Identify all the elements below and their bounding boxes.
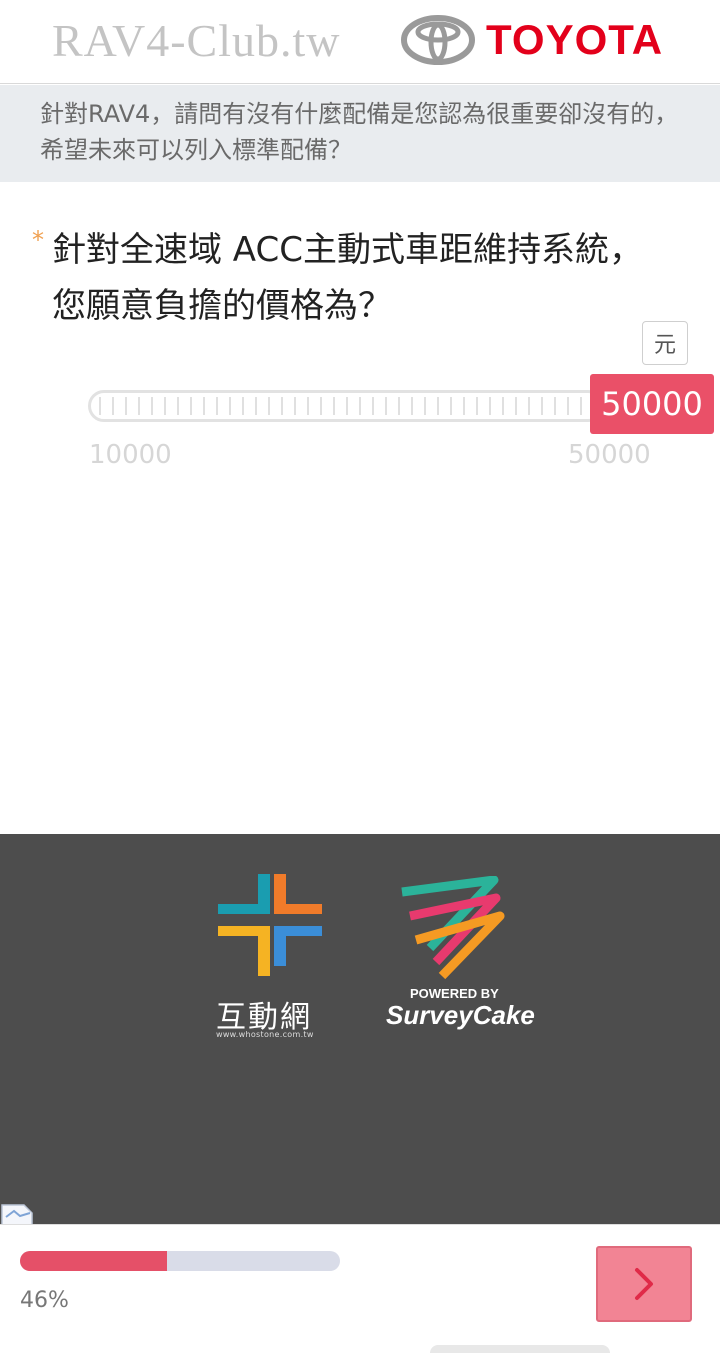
price-slider[interactable]: [88, 390, 604, 422]
required-mark: *: [32, 226, 44, 254]
broken-image-icon: [1, 1204, 33, 1225]
toyota-wordmark: TOYOTA: [486, 16, 664, 63]
powered-by-label: POWERED BY: [410, 986, 499, 1001]
surveycake-logo-icon: [401, 876, 505, 980]
unit-label: 元: [642, 321, 688, 365]
gesture-bar: [430, 1345, 610, 1353]
footer: [0, 834, 720, 1224]
site-name: RAV4-Club.tw: [52, 15, 341, 66]
surveycake-name: SurveyCake: [386, 1000, 535, 1030]
toyota-logo-icon: [401, 15, 475, 65]
whostone-logo-icon: [218, 874, 322, 976]
progress-bar: [20, 1251, 340, 1271]
question-title: 針對全速域 ACC主動式車距維持系統，您願意負擔的價格為？: [52, 230, 643, 326]
slider-max-label: 50000: [568, 440, 651, 470]
slider-min-label: 10000: [89, 440, 172, 470]
chevron-right-icon: [635, 1268, 653, 1300]
section-description: 針對RAV4，請問有沒有什麼配備是您認為很重要卻沒有的，希望未來可以列入標準配備…: [0, 85, 720, 182]
next-button[interactable]: [596, 1246, 692, 1322]
site-header: RAV4-Club.tw TOYOTA: [0, 0, 720, 84]
slider-ticks: [99, 397, 597, 415]
whostone-url: www.whostone.com.tw: [216, 1030, 314, 1039]
slider-handle[interactable]: 50000: [590, 374, 714, 434]
progress-label: 46%: [20, 1288, 69, 1313]
progress-fill: [20, 1251, 168, 1271]
